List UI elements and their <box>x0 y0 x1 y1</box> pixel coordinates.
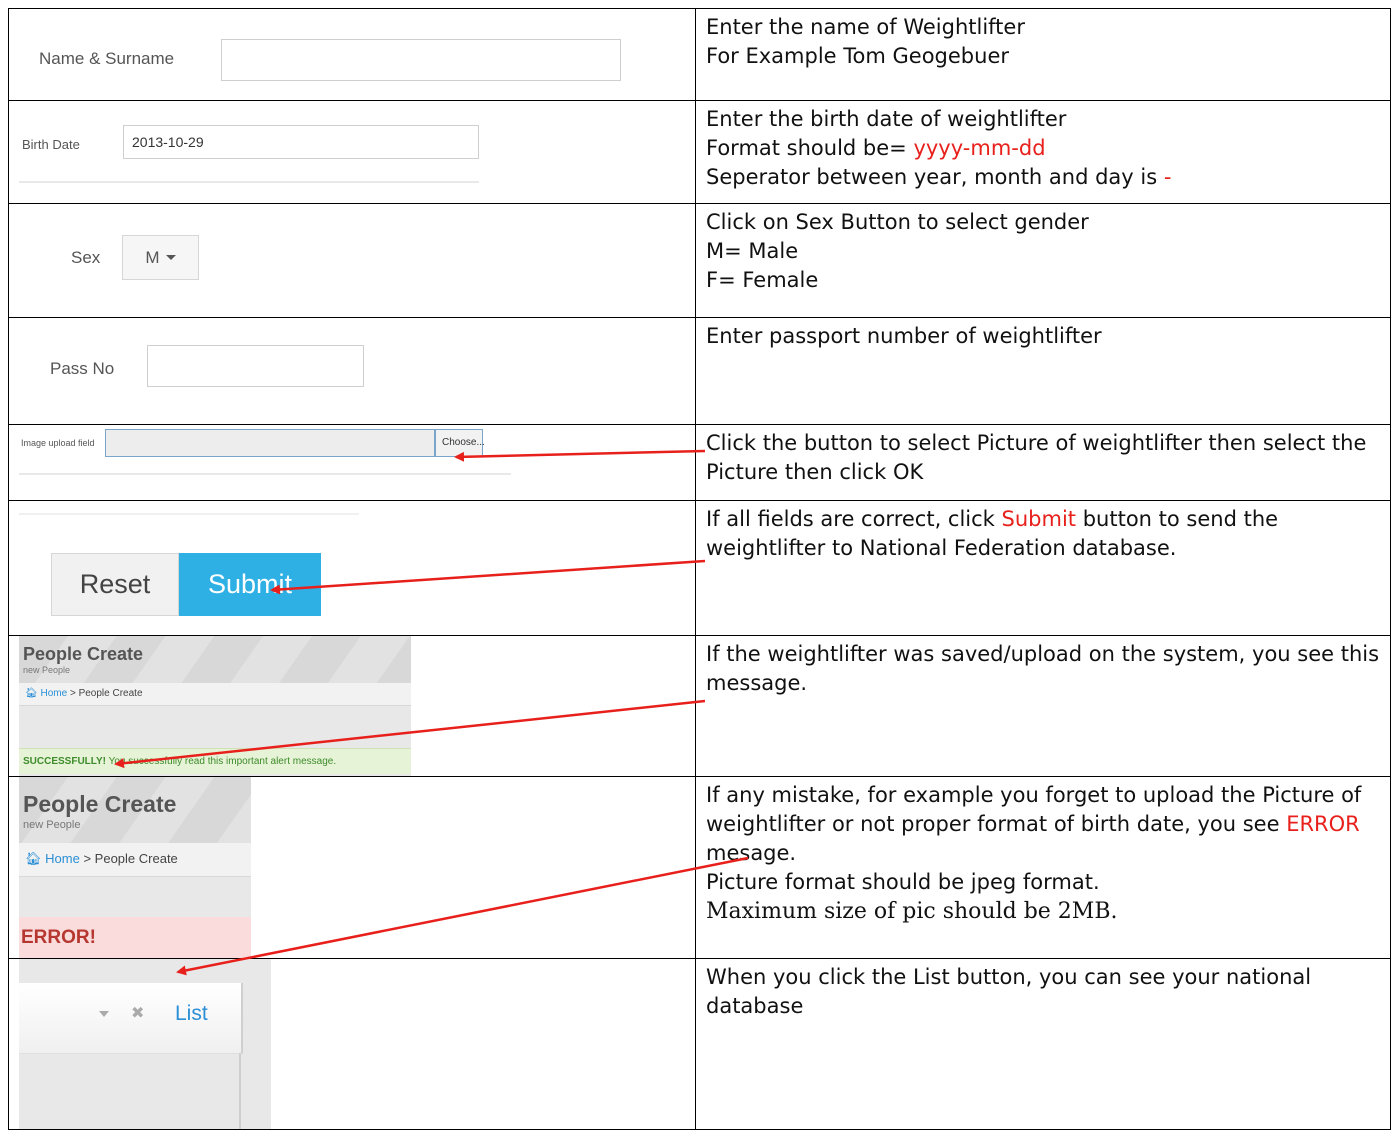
choose-file-button[interactable]: Choose... <box>435 429 485 457</box>
list-toolbar: ✖ List <box>19 983 243 1054</box>
page-title: People Create <box>23 644 144 664</box>
page-subtitle: new People <box>23 665 71 675</box>
breadcrumb-home[interactable]: Home <box>45 851 80 866</box>
divider <box>19 513 359 515</box>
pass-label: Pass No <box>50 359 115 378</box>
instruction-table: Name & Surname Enter the name of Weightl… <box>8 8 1391 1130</box>
close-icon[interactable]: ✖ <box>131 1003 144 1022</box>
row-error: People Create new People 🏠︎ Home > Peopl… <box>8 776 1391 959</box>
list-button[interactable]: List <box>175 1002 208 1026</box>
divider <box>19 473 511 475</box>
breadcrumb-current: People Create <box>94 851 178 866</box>
row-upload: Image upload field Choose... Click the b… <box>8 424 1391 501</box>
breadcrumb-current: People Create <box>78 688 143 699</box>
submit-text: Submit <box>1001 507 1077 531</box>
home-icon[interactable]: 🏠︎ <box>25 688 38 699</box>
list-panel: ✖ List <box>19 959 271 1129</box>
row-upload-ui: Image upload field Choose... <box>8 424 696 501</box>
success-alert: SUCCESSFULLY! You successfully read this… <box>19 748 411 774</box>
row-submit-desc: If all fields are correct, click Submit … <box>695 500 1391 636</box>
desc-line: If the weightlifter was saved/upload on … <box>706 642 1380 695</box>
caret-down-icon[interactable] <box>99 1011 109 1017</box>
desc-text: Seperator between year, month and day is <box>706 165 1164 189</box>
desc-line: Maximum size of pic should be 2MB. <box>706 899 1118 924</box>
page-title: People Create <box>23 791 177 817</box>
desc-line: Click on Sex Button to select gender <box>706 210 1089 234</box>
row-success-ui: People Create new People 🏠︎ Home > Peopl… <box>8 635 696 777</box>
separator-text: - <box>1163 165 1172 189</box>
row-pass-ui: Pass No <box>8 317 696 425</box>
error-text: ERROR <box>1286 812 1360 836</box>
row-success: People Create new People 🏠︎ Home > Peopl… <box>8 635 1391 777</box>
desc-text: mesage. <box>706 841 797 865</box>
breadcrumb-home[interactable]: Home <box>40 688 67 699</box>
submit-button[interactable]: Submit <box>179 553 321 616</box>
row-error-desc: If any mistake, for example you forget t… <box>695 776 1391 959</box>
desc-text: Format should be= <box>706 136 914 160</box>
desc-line: Format should be= yyyy-mm-dd <box>706 134 1380 163</box>
row-sex-ui: Sex M <box>8 203 696 318</box>
desc-line: Enter passport number of weightlifter <box>706 324 1102 348</box>
desc-line: Seperator between year, month and day is… <box>706 163 1380 192</box>
format-text: yyyy-mm-dd <box>913 136 1046 160</box>
row-name: Name & Surname Enter the name of Weightl… <box>8 8 1391 101</box>
row-submit-ui: Reset Submit <box>8 500 696 636</box>
upload-label: Image upload field <box>21 438 95 448</box>
pass-no-input[interactable] <box>147 345 364 387</box>
error-panel: People Create new People 🏠︎ Home > Peopl… <box>19 777 251 958</box>
row-birth-desc: Enter the birth date of weightlifter For… <box>695 100 1391 204</box>
home-icon[interactable]: 🏠︎ <box>25 851 42 866</box>
row-upload-desc: Click the button to select Picture of we… <box>695 424 1391 501</box>
desc-line: If any mistake, for example you forget t… <box>706 781 1380 868</box>
upload-path-field[interactable] <box>105 429 435 457</box>
breadcrumb-separator: > <box>83 851 92 866</box>
sex-select-button[interactable]: M <box>122 235 199 280</box>
birth-date-input[interactable]: 2013-10-29 <box>123 125 479 159</box>
desc-line: F= Female <box>706 268 819 292</box>
row-sex: Sex M Click on Sex Button to select gend… <box>8 203 1391 318</box>
row-list: ✖ List When you click the List button, y… <box>8 958 1391 1130</box>
desc-line: Enter the birth date of weightlifter <box>706 107 1067 131</box>
sex-value: M <box>145 247 160 267</box>
alert-text: You successfully read this important ale… <box>105 756 337 767</box>
row-name-desc: Enter the name of Weightlifter For Examp… <box>695 8 1391 101</box>
desc-line: When you click the List button, you can … <box>706 965 1312 1018</box>
birth-label: Birth Date <box>22 137 80 152</box>
row-sex-desc: Click on Sex Button to select gender M= … <box>695 203 1391 318</box>
breadcrumb-separator: > <box>69 688 76 699</box>
page-subtitle: new People <box>23 819 81 831</box>
desc-line: For Example Tom Geogebuer <box>706 44 1009 68</box>
row-pass-desc: Enter passport number of weightlifter <box>695 317 1391 425</box>
row-pass: Pass No Enter passport number of weightl… <box>8 317 1391 425</box>
name-input[interactable] <box>221 39 621 81</box>
row-success-desc: If the weightlifter was saved/upload on … <box>695 635 1391 777</box>
desc-line: Picture format should be jpeg format. <box>706 870 1100 894</box>
desc-line: If all fields are correct, click Submit … <box>706 505 1380 563</box>
desc-text: If all fields are correct, click <box>706 507 1002 531</box>
desc-line: M= Male <box>706 239 799 263</box>
birth-date-value: 2013-10-29 <box>132 134 204 150</box>
row-list-ui: ✖ List <box>8 958 696 1130</box>
error-alert: ERROR! <box>19 917 251 958</box>
divider <box>19 181 479 183</box>
row-name-ui: Name & Surname <box>8 8 696 101</box>
row-birth: Birth Date 2013-10-29 Enter the birth da… <box>8 100 1391 204</box>
row-birth-ui: Birth Date 2013-10-29 <box>8 100 696 204</box>
desc-text: If any mistake, for example you forget t… <box>706 783 1362 836</box>
sex-label: Sex <box>71 248 101 267</box>
desc-line: Click the button to select Picture of we… <box>706 431 1367 484</box>
breadcrumb: 🏠︎ Home > People Create <box>19 843 251 877</box>
caret-down-icon <box>165 255 176 260</box>
desc-line: Enter the name of Weightlifter <box>706 15 1025 39</box>
reset-button[interactable]: Reset <box>51 553 179 616</box>
name-label: Name & Surname <box>39 49 175 68</box>
row-submit: Reset Submit If all fields are correct, … <box>8 500 1391 636</box>
alert-strong: SUCCESSFULLY! <box>23 756 106 767</box>
row-list-desc: When you click the List button, you can … <box>695 958 1391 1130</box>
success-panel: People Create new People 🏠︎ Home > Peopl… <box>19 636 411 776</box>
divider <box>239 1053 241 1129</box>
row-error-ui: People Create new People 🏠︎ Home > Peopl… <box>8 776 696 959</box>
breadcrumb: 🏠︎ Home > People Create <box>19 683 411 706</box>
